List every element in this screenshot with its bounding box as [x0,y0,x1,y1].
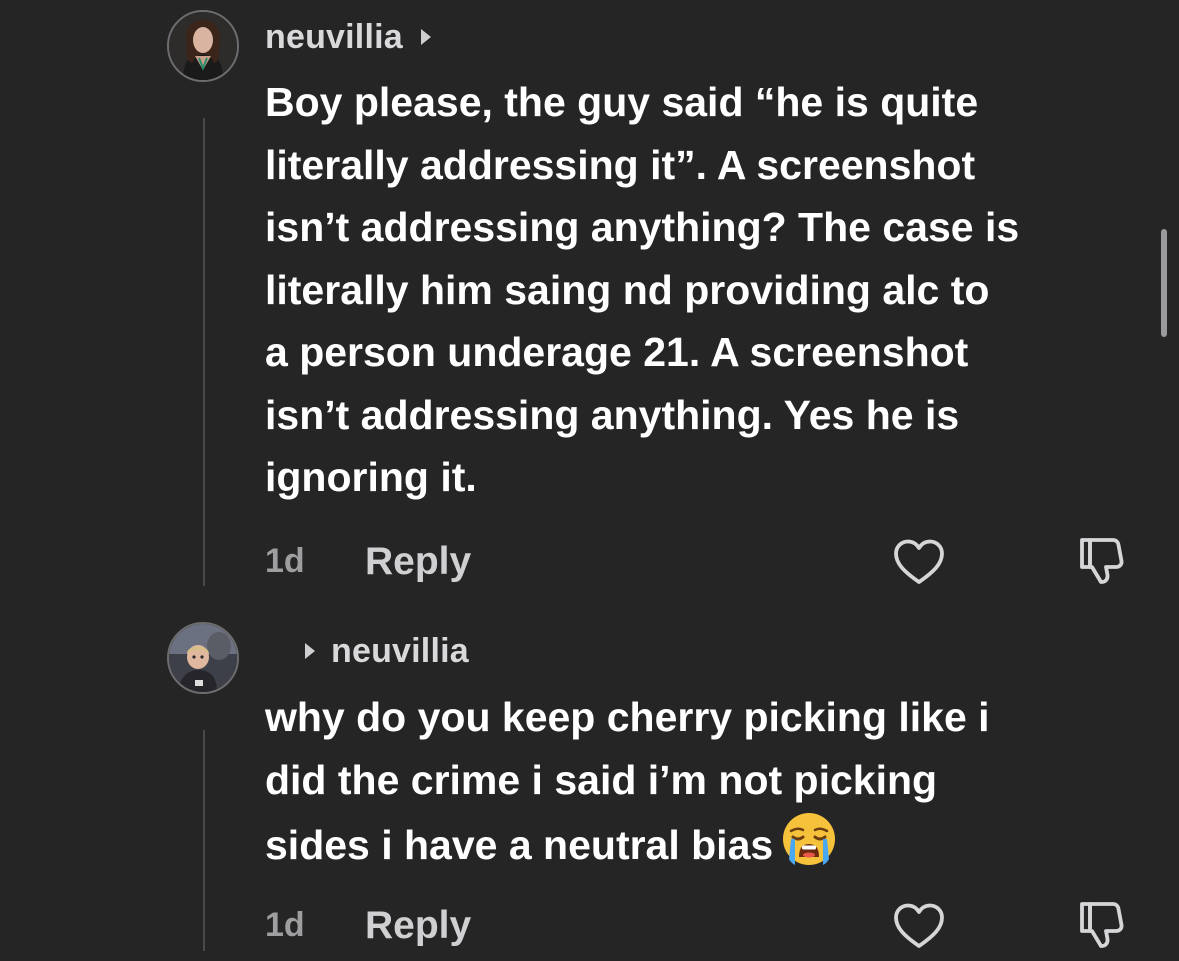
caret-right-icon [305,643,315,659]
dislike-icon[interactable] [1075,534,1129,588]
comment-timestamp: 1d [265,906,305,944]
username-text[interactable]: neuvillia [331,632,469,671]
comments-screen: neuvillia Boy please, the guy said “he i… [0,0,1179,961]
caret-right-icon [420,29,431,45]
heart-icon[interactable] [893,902,945,950]
reply-button[interactable]: Reply [365,540,471,584]
comment-timestamp: 1d [265,542,305,580]
user-avatar[interactable] [167,10,239,82]
loudly-crying-face-emoji [781,811,837,885]
reply-to-username[interactable]: neuvillia [305,629,469,673]
thread-line [203,730,205,951]
heart-icon[interactable] [893,538,945,586]
thread-line [203,118,205,586]
dislike-icon[interactable] [1075,898,1129,952]
comment-text-content: why do you keep cherry picking like i di… [265,694,990,868]
username-text[interactable]: neuvillia [265,18,403,57]
comment-text: why do you keep cherry picking like i di… [265,686,1155,885]
scrollbar[interactable] [1161,229,1167,337]
reply-button[interactable]: Reply [365,904,471,948]
comment-text: Boy please, the guy said “he is quite li… [265,79,1020,500]
comment-username[interactable]: neuvillia [265,15,431,59]
user-avatar[interactable] [167,622,239,694]
